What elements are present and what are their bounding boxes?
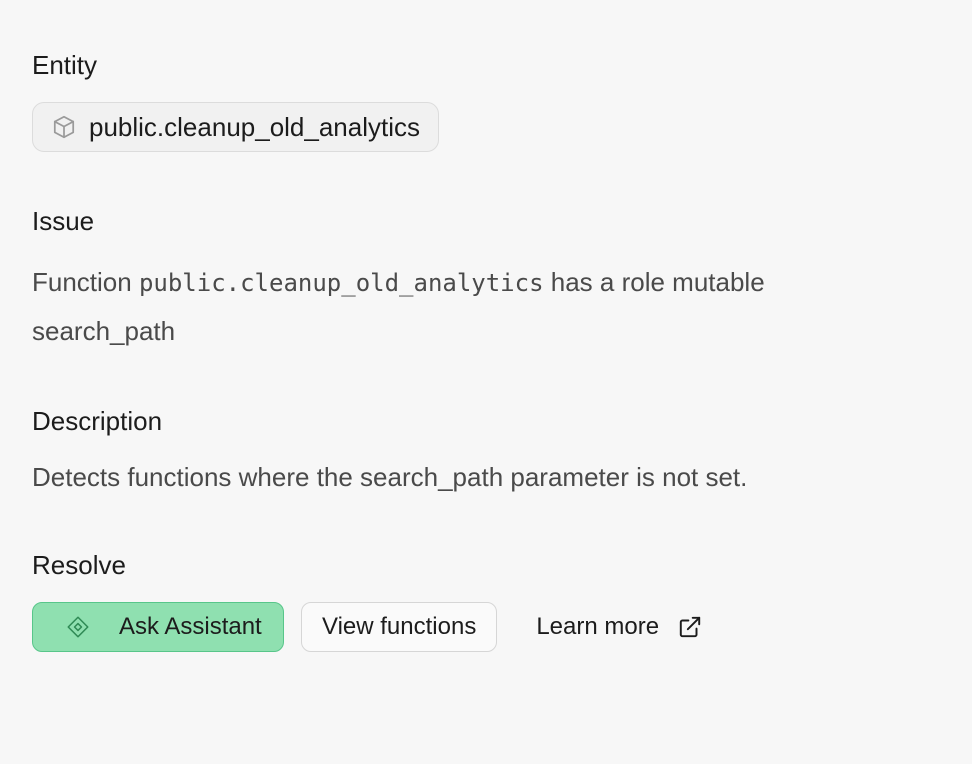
entity-chip[interactable]: public.cleanup_old_analytics	[32, 102, 440, 152]
description-text: Detects functions where the search_path …	[32, 462, 748, 492]
external-link-icon	[677, 614, 703, 640]
ask-assistant-button[interactable]: Ask Assistant	[32, 602, 284, 652]
learn-more-label: Learn more	[536, 613, 660, 640]
description-heading: Description	[32, 406, 163, 436]
learn-more-link[interactable]: Learn more	[514, 602, 703, 652]
entity-heading: Entity	[32, 50, 98, 80]
issue-text-before: Function	[32, 267, 139, 297]
issue-function-code: public.cleanup_old_analytics	[138, 269, 544, 297]
cube-icon	[51, 114, 77, 140]
issue-heading: Issue	[32, 206, 95, 236]
view-functions-label: View functions	[322, 613, 477, 640]
resolve-heading: Resolve	[32, 550, 126, 580]
issue-text: Function public.cleanup_old_analytics ha…	[32, 258, 912, 355]
assistant-diamond-icon	[65, 614, 91, 640]
view-functions-button[interactable]: View functions	[301, 602, 498, 652]
resolve-actions: Ask Assistant View functions Learn more	[32, 602, 703, 652]
entity-chip-label: public.cleanup_old_analytics	[89, 111, 421, 142]
ask-assistant-label: Ask Assistant	[119, 613, 262, 640]
